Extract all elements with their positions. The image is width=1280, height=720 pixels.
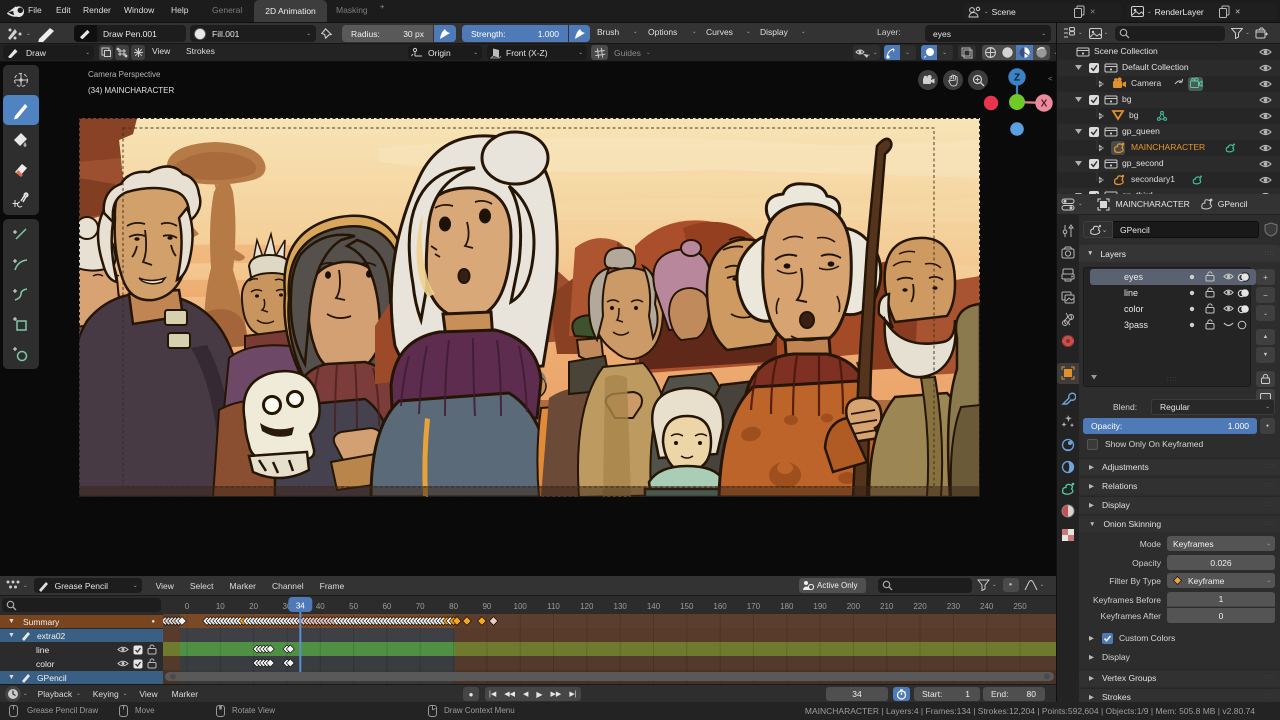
svg-text:90: 90	[482, 602, 491, 611]
svg-text:140: 140	[647, 602, 661, 611]
svg-text:50: 50	[349, 602, 358, 611]
svg-text:0: 0	[185, 602, 190, 611]
svg-text:80: 80	[449, 602, 458, 611]
svg-text:220: 220	[913, 602, 927, 611]
svg-text:120: 120	[580, 602, 594, 611]
svg-text:34: 34	[296, 602, 305, 611]
svg-text:110: 110	[547, 602, 560, 611]
svg-text:::::: ::::	[1167, 377, 1178, 383]
svg-text:250: 250	[1013, 602, 1027, 611]
svg-text:130: 130	[614, 602, 628, 611]
svg-text:40: 40	[316, 602, 325, 611]
svg-text:100: 100	[514, 602, 528, 611]
svg-text:20: 20	[249, 602, 258, 611]
svg-text:60: 60	[382, 602, 391, 611]
svg-text:240: 240	[980, 602, 994, 611]
svg-text:150: 150	[680, 602, 694, 611]
svg-text:230: 230	[947, 602, 961, 611]
svg-text:180: 180	[780, 602, 794, 611]
svg-text:160: 160	[713, 602, 727, 611]
svg-text:X: X	[1041, 99, 1048, 110]
svg-text:10: 10	[216, 602, 225, 611]
svg-text:Z: Z	[1014, 73, 1020, 84]
svg-text:3pass: 3pass	[1124, 320, 1149, 330]
svg-text:color: color	[1124, 304, 1144, 314]
svg-text:eyes: eyes	[1124, 272, 1144, 282]
svg-text:210: 210	[880, 602, 894, 611]
svg-text:70: 70	[416, 602, 425, 611]
svg-text:170: 170	[747, 602, 761, 611]
svg-text:line: line	[1124, 288, 1138, 298]
svg-text:190: 190	[813, 602, 827, 611]
svg-text:200: 200	[847, 602, 861, 611]
